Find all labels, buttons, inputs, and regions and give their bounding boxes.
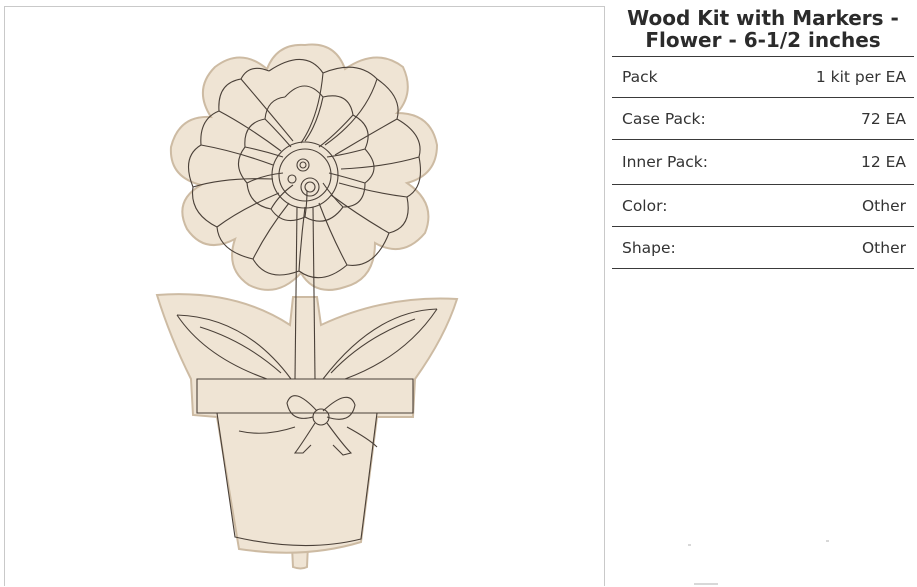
spec-value: 72 EA <box>860 109 906 128</box>
spec-value: 1 kit per EA <box>815 68 906 86</box>
spec-value: Other <box>861 196 906 215</box>
spec-row-shape: Shape: Other <box>612 226 914 269</box>
spec-label: Inner Pack: <box>622 153 708 171</box>
spec-value: 12 EA <box>860 153 906 171</box>
spec-row-inner-pack: Inner Pack: 12 EA <box>612 139 914 185</box>
product-title: Wood Kit with Markers - Flower - 6-1/2 i… <box>627 6 899 52</box>
product-details-panel: Wood Kit with Markers - Flower - 6-1/2 i… <box>612 0 914 269</box>
spec-label: Color: <box>622 196 668 215</box>
product-image-frame <box>4 6 605 586</box>
spec-table: Pack 1 kit per EA Case Pack: 72 EA Inner… <box>612 56 914 269</box>
spec-label: Shape: <box>622 238 676 257</box>
spec-row-color: Color: Other <box>612 184 914 227</box>
decorative-speck <box>826 540 829 542</box>
spec-label: Case Pack: <box>622 109 706 128</box>
decorative-speck <box>688 544 691 546</box>
decorative-speck <box>694 583 718 585</box>
spec-label: Pack <box>622 68 658 86</box>
product-image <box>155 43 459 570</box>
spec-row-pack: Pack 1 kit per EA <box>612 56 914 98</box>
spec-value: Other <box>861 238 906 257</box>
spec-row-case-pack: Case Pack: 72 EA <box>612 97 914 140</box>
